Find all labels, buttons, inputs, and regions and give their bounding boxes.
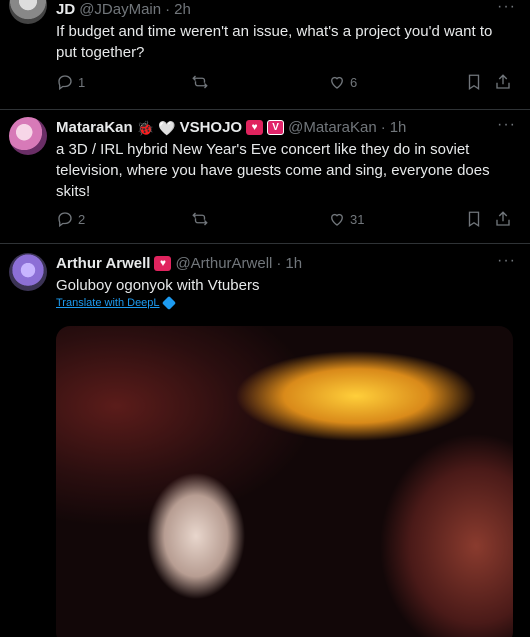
- heart-badge-icon: ♥: [246, 120, 264, 135]
- retweet-icon: [192, 212, 208, 226]
- display-name[interactable]: MataraKan: [56, 119, 133, 136]
- separator: ·: [165, 1, 171, 18]
- like-button[interactable]: 6: [328, 73, 357, 91]
- handle[interactable]: @JDayMain: [79, 1, 161, 18]
- bookmark-button[interactable]: [465, 73, 483, 91]
- retweet-button[interactable]: [191, 210, 209, 228]
- separator: ·: [380, 119, 386, 136]
- tweet-text: a 3D / IRL hybrid New Year's Eve concert…: [56, 141, 490, 200]
- share-button[interactable]: [494, 73, 512, 91]
- reply-icon: [58, 212, 72, 228]
- retweet-icon: [192, 75, 208, 89]
- like-count: 31: [350, 211, 365, 227]
- white-heart-emoji: 🤍: [158, 119, 176, 136]
- separator: ·: [276, 255, 282, 272]
- tweet[interactable]: JD @JDayMain · 2h ··· If budget and time…: [0, 0, 530, 110]
- like-button[interactable]: 31: [328, 210, 364, 228]
- timestamp[interactable]: 1h: [285, 255, 302, 272]
- retweet-button[interactable]: [191, 73, 209, 91]
- ladybug-emoji: 🐞: [136, 119, 155, 136]
- reply-count: 1: [78, 74, 86, 90]
- display-name[interactable]: JD: [56, 1, 75, 18]
- tweet-header: Arthur Arwell ♥ @ArthurArwell · 1h: [56, 255, 302, 272]
- org-name: VSHOJO: [179, 119, 243, 136]
- handle[interactable]: @ArthurArwell: [175, 255, 272, 272]
- deepl-icon: [161, 295, 176, 311]
- reply-icon: [58, 75, 72, 91]
- reply-button[interactable]: 2: [56, 210, 85, 228]
- more-options-button[interactable]: ···: [497, 116, 516, 134]
- reply-count: 2: [78, 211, 86, 227]
- reply-button[interactable]: 1: [56, 73, 85, 91]
- tweet[interactable]: Arthur Arwell ♥ @ArthurArwell · 1h ··· G…: [0, 244, 530, 637]
- avatar[interactable]: [9, 253, 47, 291]
- tweet-text: If budget and time weren't an issue, wha…: [56, 23, 493, 61]
- tweet-header: JD @JDayMain · 2h: [56, 1, 191, 18]
- tweet-text: Goluboy ogonyok with Vtubers: [56, 277, 260, 294]
- bookmark-button[interactable]: [465, 210, 483, 228]
- share-icon: [496, 211, 510, 226]
- translate-link[interactable]: Translate with DeepL: [56, 295, 176, 311]
- share-icon: [496, 74, 510, 89]
- media-image[interactable]: [56, 326, 513, 637]
- share-button[interactable]: [494, 210, 512, 228]
- display-name[interactable]: Arthur Arwell: [56, 255, 150, 272]
- heart-badge-icon: ♥: [154, 256, 172, 271]
- tweet[interactable]: MataraKan 🐞 🤍 VSHOJO ♥ V @MataraKan · 1h…: [0, 110, 530, 244]
- tweet-header: MataraKan 🐞 🤍 VSHOJO ♥ V @MataraKan · 1h: [56, 119, 406, 136]
- translate-label: Translate with DeepL: [56, 297, 160, 309]
- v-badge-icon: V: [267, 120, 285, 135]
- avatar[interactable]: [9, 117, 47, 155]
- action-bar: 1 6: [56, 73, 516, 93]
- more-options-button[interactable]: ···: [497, 252, 516, 270]
- bookmark-icon: [468, 74, 480, 91]
- timestamp[interactable]: 1h: [390, 119, 407, 136]
- action-bar: 2 31: [56, 210, 516, 230]
- avatar[interactable]: [9, 0, 47, 24]
- heart-icon: [331, 213, 343, 226]
- heart-icon: [331, 76, 343, 89]
- bookmark-icon: [468, 211, 480, 228]
- more-options-button[interactable]: ···: [497, 0, 516, 16]
- handle[interactable]: @MataraKan: [288, 119, 377, 136]
- like-count: 6: [350, 74, 358, 90]
- timestamp[interactable]: 2h: [174, 1, 191, 18]
